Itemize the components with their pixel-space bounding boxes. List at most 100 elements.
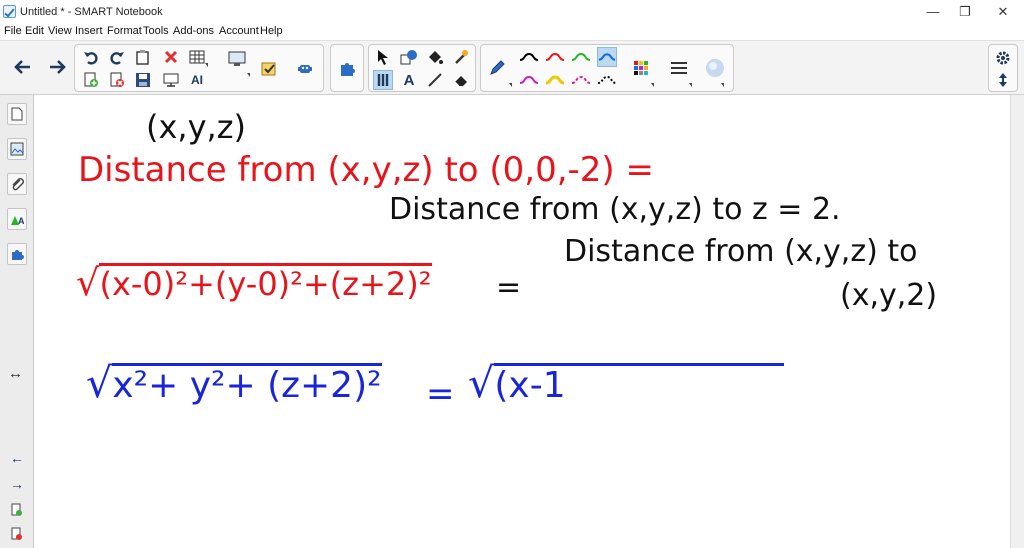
pen-color-swatch <box>571 52 591 61</box>
extensions-group <box>330 44 364 92</box>
red-sqrt-expression: √(x-0)²+(y-0)²+(z+2)² <box>76 263 432 302</box>
pen-styles-group <box>480 44 734 92</box>
red-equals-sign: = <box>496 270 522 305</box>
pen-color-swatch <box>519 52 539 61</box>
maximize-button[interactable]: ❐ <box>956 3 974 21</box>
fill-effects-dropdown-icon[interactable] <box>721 83 724 87</box>
delete-page-icon[interactable] <box>107 70 127 90</box>
gallery-icon[interactable] <box>7 138 27 160</box>
delete-page-sidebar-icon[interactable] <box>11 527 22 541</box>
toolbar: AI A <box>0 40 1024 95</box>
vertical-scrollbar[interactable] <box>1010 95 1024 548</box>
blue-right-sqrt-sign: √ <box>468 359 495 407</box>
plane-point-text: (x,y,2) <box>840 278 938 313</box>
delete-icon[interactable] <box>161 47 181 67</box>
fill-icon[interactable] <box>425 47 445 67</box>
table-dropdown-icon[interactable] <box>205 63 208 67</box>
line-icon[interactable] <box>425 70 445 90</box>
pen-tool-selected[interactable] <box>373 70 393 90</box>
settings-gear-icon[interactable] <box>993 48 1013 68</box>
svg-text:A: A <box>18 216 24 226</box>
menu-format[interactable]: Format <box>107 25 142 37</box>
red-radicand: (x-0)²+(y-0)²+(z+2)² <box>99 263 432 303</box>
edit-tools-group: AI <box>74 44 324 92</box>
pen-style-blue-selected[interactable] <box>597 47 617 67</box>
response-icon[interactable] <box>259 59 279 79</box>
notebook-page[interactable]: (x,y,z) Distance from (x,y,z) to z = 2. … <box>34 95 1010 548</box>
selection-tools-group: A <box>368 44 476 92</box>
attachments-icon[interactable] <box>7 173 27 195</box>
minimize-button[interactable]: — <box>924 3 942 21</box>
pen-style-black-dashed[interactable] <box>597 70 617 90</box>
save-icon[interactable] <box>133 70 153 90</box>
handwriting-recognition-icon[interactable]: AI <box>187 70 207 90</box>
blue-right-radicand: (x-1 <box>494 363 785 404</box>
toolbar-settings-group <box>988 44 1018 92</box>
properties-icon[interactable]: A <box>7 208 27 230</box>
color-dropdown-icon[interactable] <box>651 83 654 87</box>
table-icon[interactable] <box>187 47 207 67</box>
pen-color-swatch <box>519 75 539 84</box>
blue-right-sqrt-expression: √(x-1 <box>468 359 785 407</box>
screen-shade-icon[interactable] <box>227 49 247 69</box>
distance-to-point-text: Distance from (x,y,z) to <box>564 234 918 269</box>
menu-add-ons[interactable]: Add-ons <box>173 25 214 37</box>
text-icon[interactable]: A <box>399 70 419 90</box>
resize-sidebar-icon[interactable]: ↔ <box>8 365 23 382</box>
paste-icon[interactable] <box>133 47 153 67</box>
page-icon[interactable] <box>11 503 22 517</box>
menu-edit[interactable]: Edit <box>25 25 44 37</box>
add-ons-tab-icon[interactable] <box>7 243 27 265</box>
menu-view[interactable]: View <box>48 25 72 37</box>
menu-bar: File Edit View Insert Format Tools Add-o… <box>0 24 1024 40</box>
fill-effects-icon[interactable] <box>703 56 727 80</box>
select-icon[interactable] <box>373 47 393 67</box>
pen-style-green[interactable] <box>571 47 591 67</box>
next-page-icon[interactable]: → <box>10 476 24 492</box>
pen-style-pink-dashed[interactable] <box>571 70 591 90</box>
pen-style-red[interactable] <box>545 47 565 67</box>
line-style-icon[interactable] <box>669 58 689 78</box>
red-sqrt-sign: √ <box>76 261 100 304</box>
page-sorter-icon[interactable] <box>7 103 27 125</box>
screen-shade-dropdown-icon[interactable] <box>247 73 250 77</box>
pen-style-magenta[interactable] <box>519 70 539 90</box>
smart-notebook-app-icon <box>3 5 16 18</box>
blue-left-sqrt-sign: √ <box>86 359 113 407</box>
pen-color-swatch <box>571 75 591 84</box>
blue-left-sqrt-expression: √x²+ y²+ (z+2)² <box>86 359 382 407</box>
forward-arrow-icon[interactable] <box>48 57 68 77</box>
pen-color-swatch <box>545 52 565 61</box>
document-camera-icon[interactable] <box>161 70 181 90</box>
menu-account[interactable]: Account <box>219 25 259 37</box>
pen-color-swatch <box>545 75 565 85</box>
add-page-icon[interactable] <box>81 70 101 90</box>
menu-tools[interactable]: Tools <box>143 25 169 37</box>
window-title: Untitled * - SMART Notebook <box>20 6 163 18</box>
magic-pen-icon[interactable] <box>451 47 471 67</box>
line-style-dropdown-icon[interactable] <box>689 83 692 87</box>
pen-style-black[interactable] <box>519 47 539 67</box>
menu-insert[interactable]: Insert <box>75 25 103 37</box>
pen-color-swatch <box>598 53 616 61</box>
menu-help[interactable]: Help <box>260 25 283 37</box>
title-bar: Untitled * - SMART Notebook — ❐ ✕ <box>0 0 1024 24</box>
previous-page-icon[interactable]: ← <box>10 450 24 466</box>
pen-color-swatch <box>597 75 617 84</box>
pen-dropdown-icon[interactable] <box>509 83 512 87</box>
redo-icon[interactable] <box>107 47 127 67</box>
close-button[interactable]: ✕ <box>994 3 1012 21</box>
shapes-icon[interactable] <box>399 47 419 67</box>
menu-file[interactable]: File <box>4 25 22 37</box>
eraser-icon[interactable] <box>451 70 471 90</box>
extensions-icon[interactable] <box>337 58 357 78</box>
point-label-xyz: (x,y,z) <box>146 108 246 146</box>
pen-style-yellow[interactable] <box>545 70 565 90</box>
undo-icon[interactable] <box>81 47 101 67</box>
side-tabs: A ↔ ← → <box>0 95 34 548</box>
add-ons-icon[interactable] <box>295 59 315 79</box>
color-palette-icon[interactable] <box>631 58 651 78</box>
back-arrow-icon[interactable] <box>12 57 32 77</box>
pen-icon[interactable] <box>487 58 507 78</box>
move-toolbar-icon[interactable] <box>993 70 1013 90</box>
